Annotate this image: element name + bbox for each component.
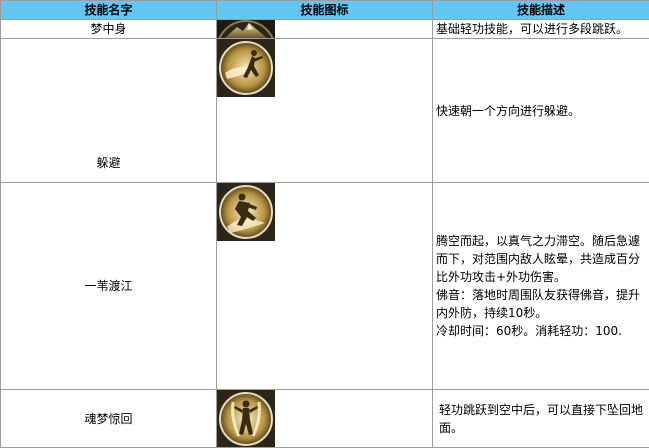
skill-icon-cell (217, 390, 433, 448)
skill-name: 一苇渡江 (1, 183, 217, 390)
description-line: 腾空而起，以真气之力滞空。随后急遽 (436, 232, 645, 250)
skill-description: 腾空而起，以真气之力滞空。随后急遽 而下，对范围内敌人眩晕，共造成百分 比外功攻… (433, 183, 649, 390)
skills-table: 技能名字 技能图标 技能描述 梦中身 (0, 0, 649, 448)
header-skill-description: 技能描述 (433, 1, 649, 20)
skill-name: 梦中身 (1, 20, 217, 39)
skill-description: 快速朝一个方向进行躲避。 (433, 39, 649, 183)
description-line: 冷却时间：60秒。消耗轻功：100. (436, 322, 645, 340)
header-skill-icon: 技能图标 (217, 1, 433, 20)
header-skill-name: 技能名字 (1, 1, 217, 20)
skill-icon-cell (217, 39, 433, 183)
table-row: 魂梦惊回 (1, 390, 649, 448)
table-header-row: 技能名字 技能图标 技能描述 (1, 1, 649, 20)
leaping-figure-icon (217, 390, 275, 447)
skill-description: 轻功跳跃到空中后，可以直接下坠回地 面。 (433, 390, 649, 448)
description-line: 快速朝一个方向进行躲避。 (436, 102, 645, 120)
crouching-figure-icon (217, 183, 275, 241)
description-line: 比外功攻击+外功伤害。 (436, 268, 645, 286)
skill-description: 基础轻功技能，可以进行多段跳跃。 (433, 20, 649, 39)
table-row: 梦中身 基础轻功技能，可以进行多段跳跃。 (1, 20, 649, 39)
description-line: 而下，对范围内敌人眩晕，共造成百分 (436, 250, 645, 268)
mountain-skill-icon (217, 20, 275, 38)
skill-icon-cell (217, 20, 433, 39)
table-row: 一苇渡江 (1, 183, 649, 390)
description-line: 轻功跳跃到空中后，可以直接下坠回地 (439, 401, 645, 419)
description-line: 内外防，持续10秒。 (436, 304, 645, 322)
description-line: 基础轻功技能，可以进行多段跳跃。 (436, 20, 645, 38)
dodge-figure-icon (217, 39, 275, 97)
description-line: 佛音：落地时周围队友获得佛音，提升 (436, 286, 645, 304)
table-row: 躲避 (1, 39, 649, 183)
description-line: 面。 (439, 419, 645, 437)
skill-name: 躲避 (1, 39, 217, 183)
skill-icon-cell (217, 183, 433, 390)
skill-name: 魂梦惊回 (1, 390, 217, 448)
